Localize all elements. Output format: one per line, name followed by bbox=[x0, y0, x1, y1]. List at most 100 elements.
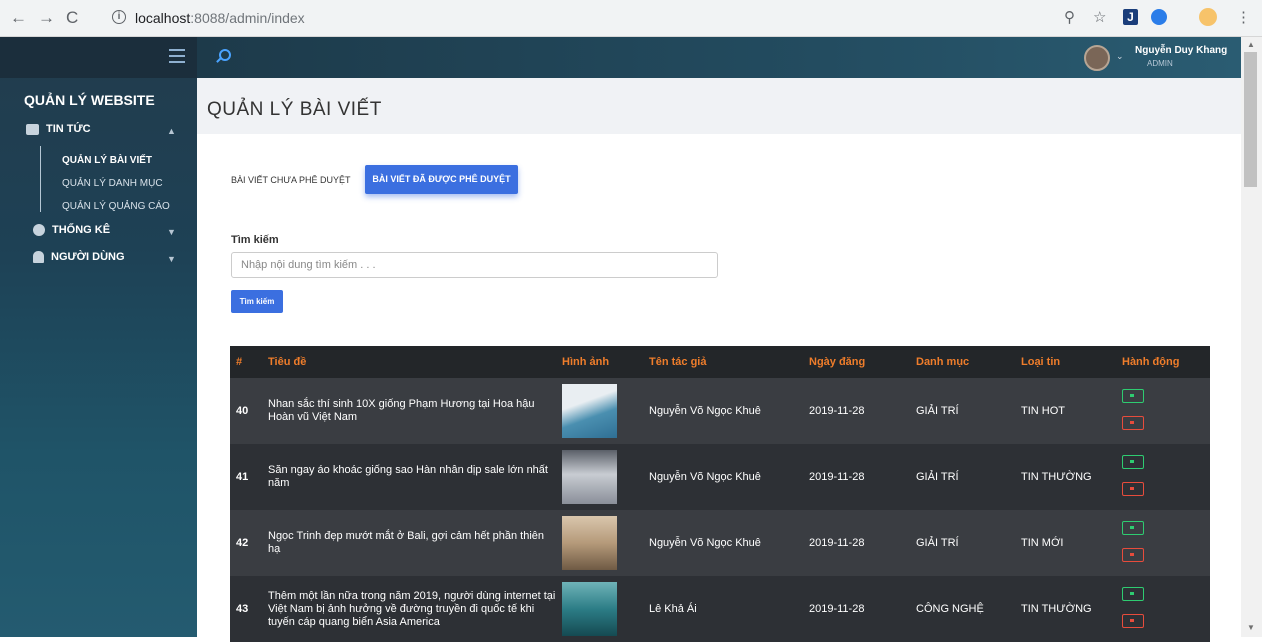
row-author: Nguyễn Võ Ngọc Khuê bbox=[649, 405, 761, 417]
browser-menu-icon[interactable]: ⋮ bbox=[1236, 8, 1251, 26]
delete-button[interactable] bbox=[1122, 416, 1144, 430]
sidebar-sub-quan-ly-quang-cao[interactable]: QUẢN LÝ QUẢNG CÁO bbox=[62, 201, 170, 212]
row-id: 42 bbox=[236, 537, 249, 549]
row-date: 2019-11-28 bbox=[809, 603, 865, 615]
row-category: GIẢI TRÍ bbox=[916, 471, 959, 483]
sidebar-header bbox=[0, 37, 197, 78]
article-thumbnail bbox=[562, 384, 617, 438]
newspaper-icon bbox=[26, 123, 39, 135]
user-role: ADMIN bbox=[1147, 59, 1173, 68]
search-input[interactable] bbox=[231, 252, 718, 278]
column-header: Hình ảnh bbox=[562, 356, 610, 368]
caret-up-icon[interactable]: ▲ bbox=[167, 126, 176, 136]
column-header: Tiêu đề bbox=[268, 356, 307, 368]
tab-approved[interactable]: BÀI VIẾT ĐÃ ĐƯỢC PHÊ DUYỆT bbox=[365, 165, 518, 194]
profile-icon[interactable] bbox=[1199, 8, 1217, 26]
row-title: Thêm một lần nữa trong năm 2019, người d… bbox=[268, 589, 556, 628]
avatar[interactable] bbox=[1084, 45, 1110, 71]
row-category: GIẢI TRÍ bbox=[916, 405, 959, 417]
caret-down-icon[interactable]: ▼ bbox=[167, 227, 176, 237]
page-title: QUẢN LÝ BÀI VIẾT bbox=[207, 99, 382, 120]
sidebar-item-label: NGƯỜI DÙNG bbox=[51, 251, 125, 263]
delete-button[interactable] bbox=[1122, 482, 1144, 496]
column-header: Hành động bbox=[1122, 356, 1180, 368]
row-id: 43 bbox=[236, 603, 249, 615]
extension-blue-icon[interactable] bbox=[1151, 9, 1167, 25]
sidebar: QUẢN LÝ WEBSITE TIN TỨC ▲ QUẢN LÝ BÀI VI… bbox=[0, 37, 197, 637]
reload-icon[interactable]: C bbox=[66, 8, 78, 28]
chevron-down-icon[interactable]: ⌄ bbox=[1116, 51, 1124, 62]
sidebar-title: QUẢN LÝ WEBSITE bbox=[24, 92, 155, 108]
main-content: QUẢN LÝ BÀI VIẾT BÀI VIẾT CHƯA PHÊ DUYỆT… bbox=[197, 78, 1241, 642]
row-type: TIN THƯỜNG bbox=[1021, 603, 1092, 615]
article-thumbnail bbox=[562, 516, 617, 570]
row-type: TIN HOT bbox=[1021, 405, 1065, 417]
table-row: 43 Thêm một lần nữa trong năm 2019, ngườ… bbox=[230, 576, 1210, 642]
hamburger-menu-icon[interactable] bbox=[169, 49, 185, 67]
column-header: Danh mục bbox=[916, 356, 970, 368]
table-row: 42 Ngọc Trinh đẹp mướt mắt ở Bali, gợi c… bbox=[230, 510, 1210, 576]
article-thumbnail bbox=[562, 450, 617, 504]
sidebar-item-thong-ke[interactable]: THỐNG KÊ bbox=[33, 224, 110, 236]
sidebar-item-tin-tuc[interactable]: TIN TỨC bbox=[26, 123, 91, 135]
row-date: 2019-11-28 bbox=[809, 471, 865, 483]
row-category: GIẢI TRÍ bbox=[916, 537, 959, 549]
page-header: QUẢN LÝ BÀI VIẾT bbox=[197, 78, 1241, 134]
sidebar-item-nguoi-dung[interactable]: NGƯỜI DÙNG bbox=[33, 251, 125, 263]
search-icon[interactable] bbox=[219, 49, 231, 61]
scroll-up-icon[interactable]: ▲ bbox=[1247, 40, 1255, 49]
row-author: Lê Khả Ái bbox=[649, 603, 697, 615]
approve-button[interactable] bbox=[1122, 521, 1144, 535]
back-icon[interactable]: ← bbox=[10, 8, 27, 28]
row-type: TIN MỚI bbox=[1021, 537, 1064, 549]
caret-down-icon[interactable]: ▼ bbox=[167, 254, 176, 264]
search-label: Tìm kiếm bbox=[231, 234, 279, 246]
page-scrollbar[interactable]: ▲ ▼ bbox=[1241, 37, 1262, 637]
column-header: Ngày đăng bbox=[809, 356, 866, 368]
column-header: # bbox=[236, 356, 243, 368]
search-button[interactable]: Tìm kiếm bbox=[231, 290, 283, 313]
row-type: TIN THƯỜNG bbox=[1021, 471, 1092, 483]
zoom-icon[interactable]: ⚲ bbox=[1064, 8, 1075, 26]
table-header: # Tiêu đề Hình ảnh Tên tác giả Ngày đăng… bbox=[230, 346, 1210, 378]
column-header: Tên tác giả bbox=[649, 356, 707, 368]
top-navbar: ⌄ Nguyễn Duy Khang ADMIN bbox=[197, 37, 1241, 78]
row-author: Nguyễn Võ Ngọc Khuê bbox=[649, 471, 761, 483]
delete-button[interactable] bbox=[1122, 614, 1144, 628]
approve-button[interactable] bbox=[1122, 587, 1144, 601]
row-date: 2019-11-28 bbox=[809, 405, 865, 417]
approve-button[interactable] bbox=[1122, 389, 1144, 403]
row-category: CÔNG NGHỆ bbox=[916, 603, 984, 615]
row-date: 2019-11-28 bbox=[809, 537, 865, 549]
sidebar-subnav-line bbox=[40, 146, 41, 212]
user-icon bbox=[33, 251, 44, 263]
forward-icon[interactable]: → bbox=[38, 8, 55, 28]
user-name[interactable]: Nguyễn Duy Khang bbox=[1135, 45, 1227, 56]
sidebar-item-label: TIN TỨC bbox=[46, 123, 91, 135]
sidebar-sub-quan-ly-bai-viet[interactable]: QUẢN LÝ BÀI VIẾT bbox=[62, 155, 152, 166]
row-title: Ngọc Trinh đẹp mướt mắt ở Bali, gợi cảm … bbox=[268, 530, 545, 555]
article-thumbnail bbox=[562, 582, 617, 636]
tab-pending[interactable]: BÀI VIẾT CHƯA PHÊ DUYỆT bbox=[231, 175, 351, 185]
row-title: Nhan sắc thí sinh 10X giống Phạm Hương t… bbox=[268, 398, 535, 423]
table-row: 41 Săn ngay áo khoác giống sao Hàn nhân … bbox=[230, 444, 1210, 510]
sidebar-item-label: THỐNG KÊ bbox=[52, 224, 111, 236]
articles-table: # Tiêu đề Hình ảnh Tên tác giả Ngày đăng… bbox=[230, 346, 1210, 642]
delete-button[interactable] bbox=[1122, 548, 1144, 562]
scroll-down-icon[interactable]: ▼ bbox=[1247, 623, 1255, 632]
approve-button[interactable] bbox=[1122, 455, 1144, 469]
pie-chart-icon bbox=[33, 224, 45, 236]
table-row: 40 Nhan sắc thí sinh 10X giống Phạm Hươn… bbox=[230, 378, 1210, 444]
scroll-thumb[interactable] bbox=[1244, 52, 1257, 187]
row-author: Nguyễn Võ Ngọc Khuê bbox=[649, 537, 761, 549]
browser-toolbar: ← → C i localhost:8088/admin/index ⚲ ☆ J… bbox=[0, 0, 1262, 37]
row-id: 41 bbox=[236, 471, 249, 483]
extension-j-icon[interactable]: J bbox=[1123, 9, 1138, 25]
row-title: Săn ngay áo khoác giống sao Hàn nhân dịp… bbox=[268, 464, 548, 489]
sidebar-sub-quan-ly-danh-muc[interactable]: QUẢN LÝ DANH MỤC bbox=[62, 178, 163, 189]
row-id: 40 bbox=[236, 405, 249, 417]
info-icon[interactable]: i bbox=[112, 10, 126, 24]
bookmark-star-icon[interactable]: ☆ bbox=[1093, 8, 1106, 26]
address-bar[interactable]: localhost:8088/admin/index bbox=[135, 7, 305, 29]
column-header: Loại tin bbox=[1021, 356, 1061, 368]
